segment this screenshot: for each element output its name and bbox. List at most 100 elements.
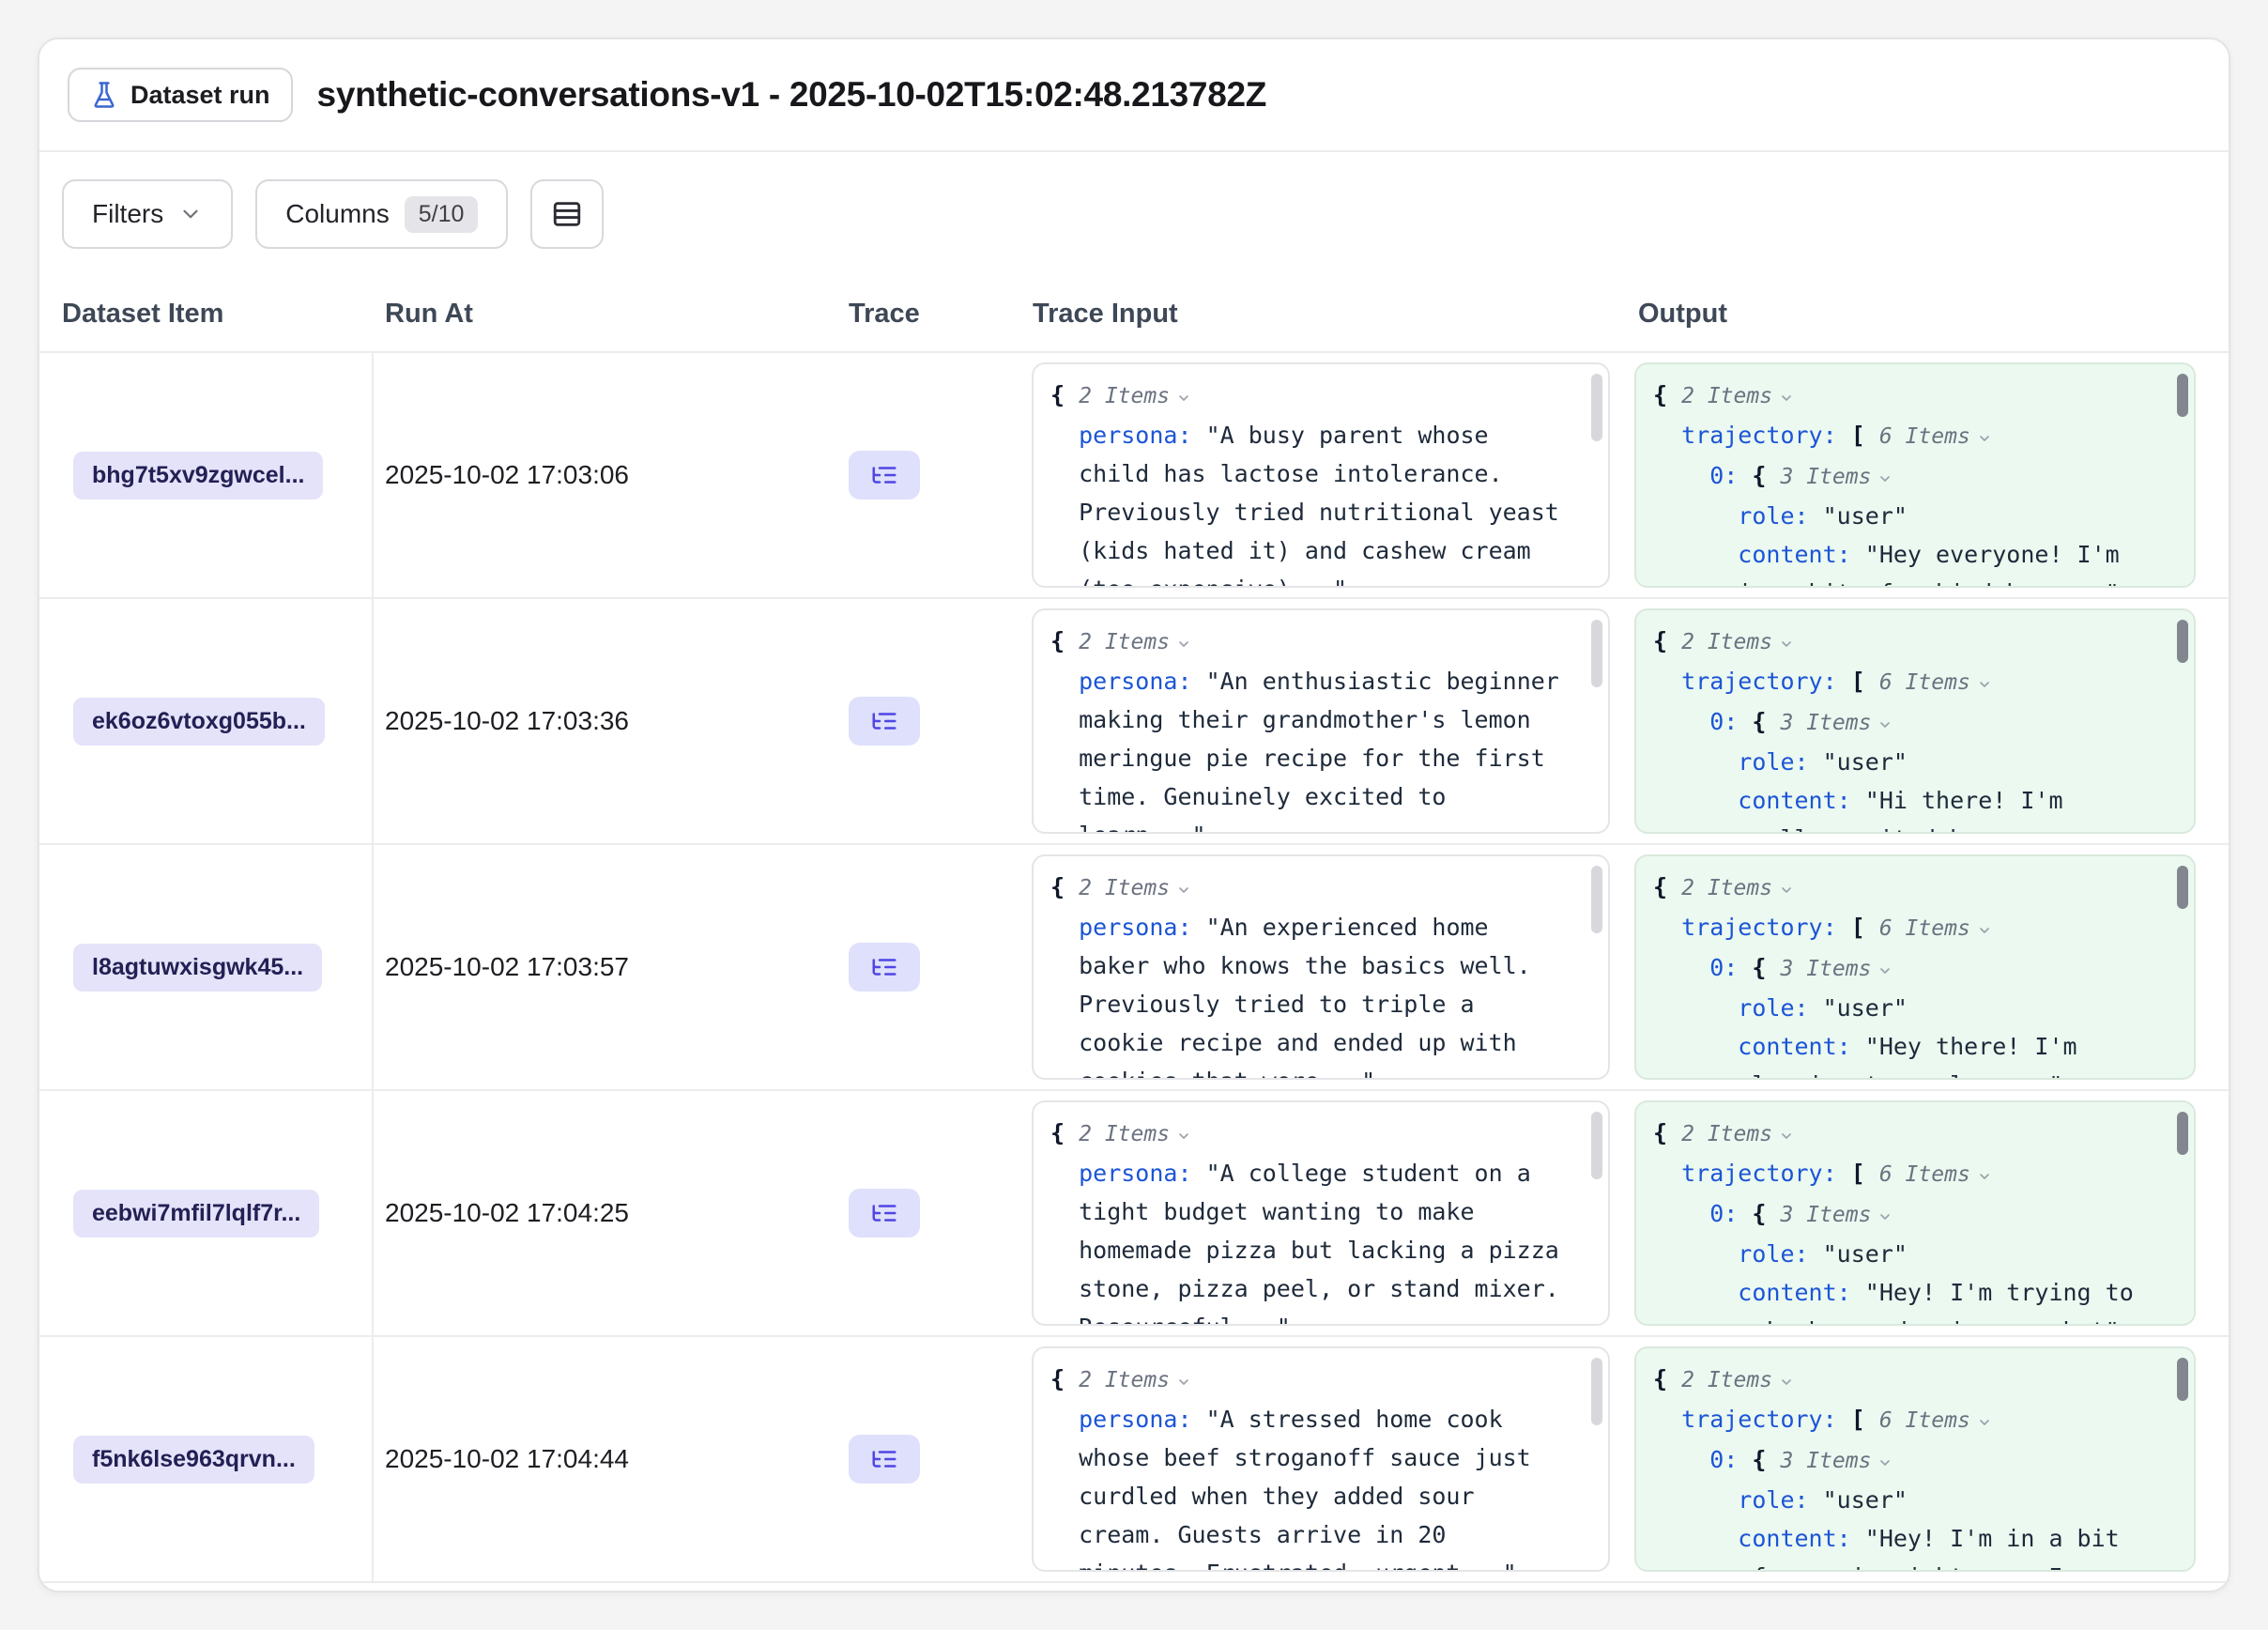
json-persona-line: persona: "An enthusiastic beginner makin…: [1079, 662, 1563, 834]
scrollbar-thumb[interactable]: [1591, 374, 1602, 441]
json-index-line: 0: { 3 Items: [1709, 456, 2149, 497]
dataset-item-link[interactable]: eebwi7mfil7lqlf7r...: [73, 1190, 319, 1238]
json-key: persona:: [1079, 1160, 1191, 1187]
chevron-down-icon[interactable]: [1779, 1129, 1794, 1144]
chevron-down-icon[interactable]: [1176, 883, 1191, 898]
chevron-down-icon[interactable]: [1977, 431, 1992, 446]
filters-button[interactable]: Filters: [62, 179, 233, 249]
badge-label: Dataset run: [130, 81, 270, 110]
chevron-down-icon[interactable]: [1977, 1169, 1992, 1184]
open-trace-button[interactable]: [849, 451, 920, 500]
json-key: trajectory:: [1681, 1160, 1837, 1187]
chevron-down-icon[interactable]: [1877, 1209, 1893, 1224]
open-trace-button[interactable]: [849, 1189, 920, 1238]
json-string-value: "user": [1823, 994, 1908, 1022]
json-string-value: "user": [1823, 502, 1908, 530]
trace-input-json-viewer[interactable]: { 2 Items persona: "A college student on…: [1032, 1100, 1610, 1326]
json-trajectory-line: trajectory: [ 6 Items: [1681, 1154, 2149, 1194]
json-root-line: { 2 Items: [1653, 622, 2149, 662]
dataset-item-link[interactable]: bhg7t5xv9zgwcel...: [73, 452, 323, 500]
chevron-down-icon[interactable]: [1176, 1375, 1191, 1390]
open-brace: {: [1653, 381, 1667, 408]
json-key: trajectory:: [1681, 1406, 1837, 1433]
scrollbar-thumb[interactable]: [2177, 374, 2188, 417]
chevron-down-icon[interactable]: [1176, 637, 1191, 652]
output-cell: { 2 Items trajectory: [ 6 Items 0: { 3 I…: [1627, 353, 2229, 597]
chevron-down-icon[interactable]: [1877, 471, 1893, 486]
open-trace-button[interactable]: [849, 1435, 920, 1484]
output-cell: { 2 Items trajectory: [ 6 Items 0: { 3 I…: [1627, 845, 2229, 1089]
json-key: persona:: [1079, 422, 1191, 449]
json-persona-line: persona: "A stressed home cook whose bee…: [1079, 1400, 1563, 1572]
dataset-item-link[interactable]: f5nk6lse963qrvn...: [73, 1436, 314, 1484]
items-count: 3 Items: [1781, 1449, 1872, 1473]
dataset-item-link[interactable]: l8agtuwxisgwk45...: [73, 944, 322, 992]
open-trace-button[interactable]: [849, 697, 920, 746]
json-key: trajectory:: [1681, 914, 1837, 941]
trace-input-cell: { 2 Items persona: "A college student on…: [1021, 1091, 1627, 1335]
open-trace-button[interactable]: [849, 943, 920, 992]
scrollbar-thumb[interactable]: [2177, 1112, 2188, 1155]
dataset-item-cell: eebwi7mfil7lqlf7r...: [39, 1091, 374, 1335]
chevron-down-icon[interactable]: [1176, 391, 1191, 406]
scrollbar-thumb[interactable]: [1591, 866, 1602, 933]
trace-input-cell: { 2 Items persona: "An enthusiastic begi…: [1021, 599, 1627, 843]
chevron-down-icon[interactable]: [1779, 637, 1794, 652]
scrollbar-thumb[interactable]: [2177, 1358, 2188, 1401]
table-row: bhg7t5xv9zgwcel... 2025-10-02 17:03:06 {…: [39, 353, 2229, 599]
json-root-line: { 2 Items: [1653, 1114, 2149, 1154]
chevron-down-icon[interactable]: [1779, 1375, 1794, 1390]
chevron-down-icon[interactable]: [1977, 677, 1992, 692]
items-count: 2 Items: [1681, 1122, 1772, 1146]
chevron-down-icon[interactable]: [1977, 923, 1992, 938]
chevron-down-icon[interactable]: [1977, 1415, 1992, 1430]
scrollbar-thumb[interactable]: [2177, 866, 2188, 909]
trace-input-cell: { 2 Items persona: "A busy parent whose …: [1021, 353, 1627, 597]
output-json-viewer[interactable]: { 2 Items trajectory: [ 6 Items 0: { 3 I…: [1634, 608, 2196, 834]
trace-input-json-viewer[interactable]: { 2 Items persona: "A stressed home cook…: [1032, 1346, 1610, 1572]
trace-input-cell: { 2 Items persona: "A stressed home cook…: [1021, 1337, 1627, 1581]
dataset-item-cell: bhg7t5xv9zgwcel...: [39, 353, 374, 597]
output-json-viewer[interactable]: { 2 Items trajectory: [ 6 Items 0: { 3 I…: [1634, 854, 2196, 1080]
trace-cell: [837, 599, 1021, 843]
chevron-down-icon[interactable]: [1176, 1129, 1191, 1144]
trace-input-json-viewer[interactable]: { 2 Items persona: "An experienced home …: [1032, 854, 1610, 1080]
column-header-output: Output: [1627, 276, 2229, 351]
trace-cell: [837, 353, 1021, 597]
chevron-down-icon[interactable]: [1877, 717, 1893, 732]
json-key: role:: [1738, 502, 1808, 530]
json-root-line: { 2 Items: [1050, 376, 1563, 416]
run-at-value: 2025-10-02 17:03:57: [385, 952, 629, 982]
trace-input-json-viewer[interactable]: { 2 Items persona: "An enthusiastic begi…: [1032, 608, 1610, 834]
table-body: bhg7t5xv9zgwcel... 2025-10-02 17:03:06 {…: [39, 353, 2229, 1591]
trace-input-json-viewer[interactable]: { 2 Items persona: "A busy parent whose …: [1032, 362, 1610, 588]
open-bracket: [: [1851, 422, 1865, 449]
page-header: Dataset run synthetic-conversations-v1 -…: [39, 39, 2229, 152]
json-key: 0:: [1709, 708, 1738, 735]
chevron-down-icon[interactable]: [1877, 1455, 1893, 1470]
json-key: trajectory:: [1681, 668, 1837, 695]
scrollbar-thumb[interactable]: [2177, 620, 2188, 663]
output-json-viewer[interactable]: { 2 Items trajectory: [ 6 Items 0: { 3 I…: [1634, 362, 2196, 588]
json-key: persona:: [1079, 668, 1191, 695]
output-json-viewer[interactable]: { 2 Items trajectory: [ 6 Items 0: { 3 I…: [1634, 1100, 2196, 1326]
json-root-line: { 2 Items: [1653, 376, 2149, 416]
dataset-item-link[interactable]: ek6oz6vtoxg055b...: [73, 698, 325, 746]
scrollbar-thumb[interactable]: [1591, 1358, 1602, 1425]
json-key: role:: [1738, 1486, 1808, 1514]
chevron-down-icon[interactable]: [1779, 391, 1794, 406]
row-height-button[interactable]: [530, 179, 604, 249]
chevron-down-icon[interactable]: [1779, 883, 1794, 898]
json-key: trajectory:: [1681, 422, 1837, 449]
scrollbar-thumb[interactable]: [1591, 1112, 1602, 1179]
items-count: 6 Items: [1879, 670, 1970, 695]
open-brace: {: [1050, 1119, 1065, 1146]
open-brace: {: [1653, 627, 1667, 654]
scrollbar-thumb[interactable]: [1591, 620, 1602, 687]
output-json-viewer[interactable]: { 2 Items trajectory: [ 6 Items 0: { 3 I…: [1634, 1346, 2196, 1572]
columns-button[interactable]: Columns 5/10: [255, 179, 508, 249]
chevron-down-icon[interactable]: [1877, 963, 1893, 978]
dataset-item-cell: ek6oz6vtoxg055b...: [39, 599, 374, 843]
json-key: content:: [1738, 1033, 1850, 1060]
json-role-line: role: "user": [1738, 743, 2149, 781]
